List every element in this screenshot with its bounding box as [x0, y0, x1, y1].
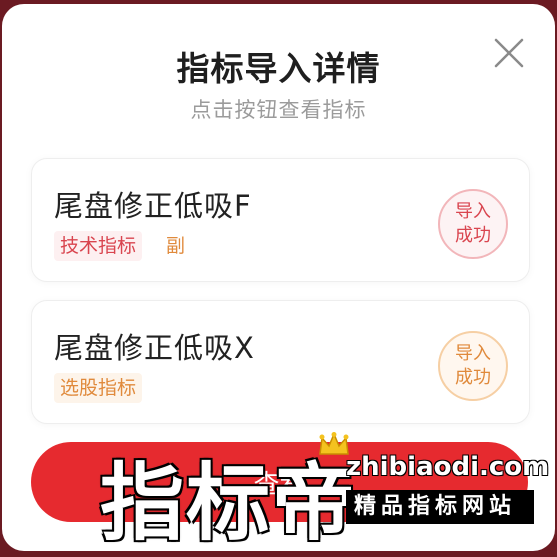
indicator-card[interactable]: 尾盘修正低吸X 选股指标 导入 成功: [31, 300, 530, 424]
indicator-name: 尾盘修正低吸X: [54, 331, 255, 365]
indicator-name: 尾盘修正低吸F: [54, 189, 252, 223]
watermark-tagline: 精品指标网站: [346, 490, 534, 524]
watermark-url: zhibiaodi.com: [346, 452, 550, 482]
dialog-title: 指标导入详情: [176, 49, 381, 88]
import-status-badge: 导入 成功: [438, 189, 508, 259]
dialog-subtitle: 点击按钮查看指标: [190, 98, 367, 122]
indicator-type-tag: 技术指标: [54, 231, 143, 261]
indicator-type-tag: 选股指标: [54, 373, 143, 403]
indicator-card[interactable]: 尾盘修正低吸F 技术指标 副 导入 成功: [31, 158, 530, 282]
indicator-sub-tag: 副: [166, 235, 186, 257]
close-icon[interactable]: [492, 36, 526, 70]
import-status-badge: 导入 成功: [438, 331, 508, 401]
